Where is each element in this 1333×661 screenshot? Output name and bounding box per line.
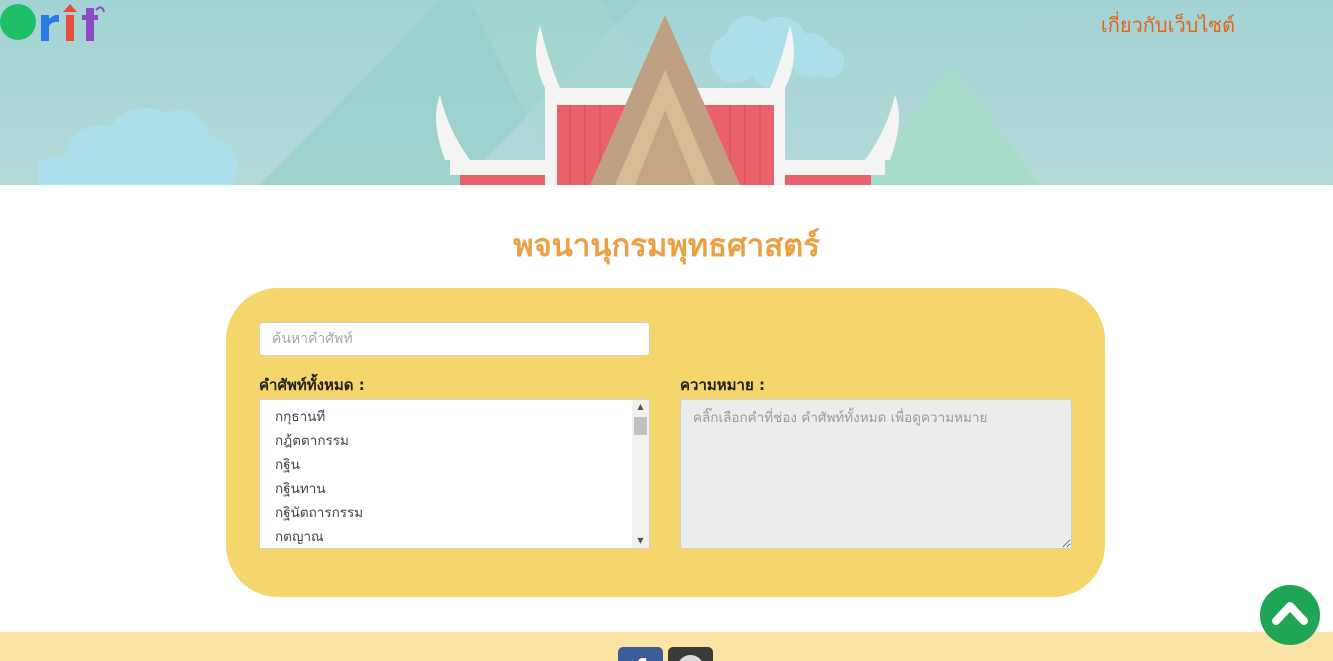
word-list-item[interactable]: กฎ้ตตากรรม [275, 429, 649, 453]
share-icon[interactable] [668, 647, 713, 661]
scroll-up-arrow-icon[interactable]: ▲ [632, 400, 649, 414]
scroll-down-arrow-icon[interactable]: ▼ [632, 534, 649, 548]
page-title: พจนานุกรมพุทธศาสตร์ [513, 228, 820, 264]
chevron-up-icon [1272, 602, 1308, 625]
about-website-link[interactable]: เกี่ยวกับเว็บไซต์ [1101, 9, 1235, 41]
facebook-icon[interactable]: f [618, 647, 663, 661]
footer: f [0, 632, 1333, 661]
all-words-label: คำศัพท์ทั้งหมด : [259, 376, 365, 394]
dictionary-card: คำศัพท์ทั้งหมด : ความหมาย : กกุธานที กฎ้… [226, 288, 1105, 597]
word-list-item[interactable]: กฐินทาน [275, 477, 649, 501]
search-input[interactable] [259, 322, 650, 356]
word-list-item[interactable]: กฐิน [275, 453, 649, 477]
meaning-textarea[interactable] [680, 399, 1072, 549]
word-list-scrollbar[interactable]: ▲ ▼ [632, 400, 649, 548]
word-list-item[interactable]: กกุธานที [275, 405, 649, 429]
word-list-item[interactable]: กตญาณ [275, 525, 649, 548]
meaning-label: ความหมาย : [680, 376, 765, 394]
header-banner: เกี่ยวกับเว็บไซต์ [0, 0, 1333, 185]
word-list-item[interactable]: กฐินัตถารกรรม [275, 501, 649, 525]
scroll-thumb[interactable] [634, 417, 647, 435]
back-to-top-button[interactable] [1260, 585, 1320, 645]
site-logo[interactable] [0, 0, 110, 42]
word-list[interactable]: กกุธานที กฎ้ตตากรรม กฐิน กฐินทาน กฐินัตถ… [259, 399, 650, 549]
